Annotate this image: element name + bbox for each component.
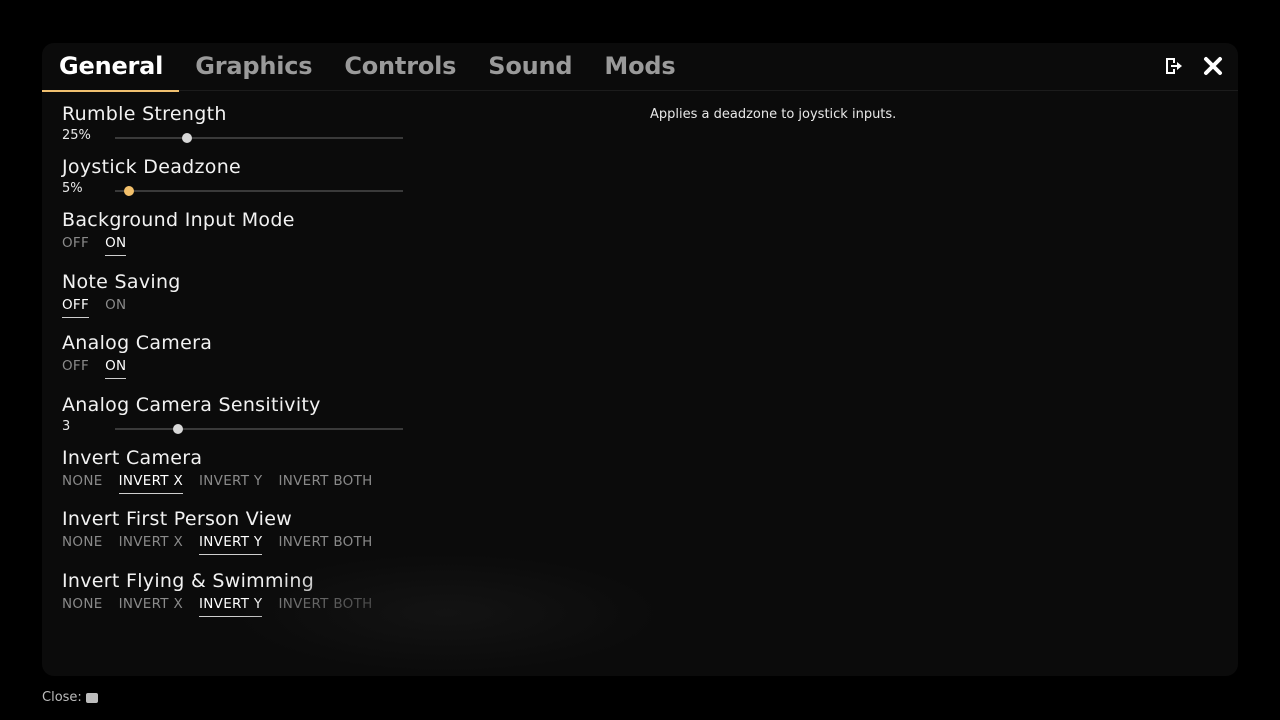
option-on[interactable]: ON — [105, 297, 126, 318]
tab-graphics[interactable]: Graphics — [179, 43, 328, 90]
option-off[interactable]: OFF — [62, 297, 90, 318]
slider-thumb[interactable] — [124, 186, 135, 196]
esc-key-icon — [85, 692, 98, 703]
close-hint-label: Close: — [42, 690, 82, 705]
slider-thumb[interactable] — [173, 424, 184, 434]
option-none[interactable]: NONE — [62, 596, 103, 617]
setting-description: Applies a deadzone to joystick inputs. — [650, 107, 897, 122]
setting-joystick-deadzone: Joystick Deadzone 5% — [62, 156, 412, 209]
setting-label: Note Saving — [62, 271, 181, 293]
footer: Close: — [42, 690, 98, 705]
option-invert-y[interactable]: INVERT Y — [199, 596, 263, 617]
slider-track[interactable] — [115, 133, 403, 143]
slider-thumb[interactable] — [182, 133, 192, 143]
setting-analog-camera: Analog Camera OFF ON — [62, 332, 412, 394]
option-invert-x[interactable]: INVERT X — [119, 596, 183, 617]
option-group: OFF ON — [62, 297, 412, 318]
setting-label: Analog Camera — [62, 332, 213, 354]
deadzone-slider[interactable]: 5% — [62, 178, 412, 200]
tab-sound[interactable]: Sound — [472, 43, 588, 90]
slider-track[interactable] — [115, 424, 403, 434]
tab-mods[interactable]: Mods — [588, 43, 691, 90]
option-off[interactable]: OFF — [62, 358, 89, 379]
setting-note-saving: Note Saving OFF ON — [62, 271, 412, 332]
option-none[interactable]: NONE — [62, 534, 103, 555]
tab-controls[interactable]: Controls — [328, 43, 472, 90]
option-none[interactable]: NONE — [62, 473, 103, 494]
option-group: NONE INVERT X INVERT Y INVERT BOTH — [62, 596, 412, 617]
settings-list: Rumble Strength 25% Joystick Deadzone 5%… — [62, 103, 412, 630]
option-invert-y[interactable]: INVERT Y — [199, 473, 262, 494]
option-on[interactable]: ON — [105, 358, 127, 379]
setting-invert-camera: Invert Camera NONE INVERT X INVERT Y INVERT… — [62, 447, 412, 508]
tab-general[interactable]: General — [42, 43, 180, 92]
slider-value: 5% — [62, 181, 83, 196]
setting-label: Invert Flying & Swimming — [62, 570, 315, 592]
setting-label: Rumble Strength — [62, 103, 227, 125]
tab-bar: General Graphics Controls Sound Mods — [42, 43, 1238, 92]
setting-label: Analog Camera Sensitivity — [62, 394, 321, 416]
setting-label: Invert First Person View — [62, 508, 293, 530]
setting-invert-flying-swimming: Invert Flying & Swimming NONE INVERT X INV… — [62, 570, 412, 630]
setting-label: Invert Camera — [62, 447, 203, 469]
tabs: General Graphics Controls Sound Mods — [42, 43, 691, 92]
sensitivity-slider[interactable]: 3 — [62, 416, 412, 438]
option-invert-x[interactable]: INVERT X — [119, 534, 183, 555]
setting-rumble-strength: Rumble Strength 25% — [62, 103, 412, 156]
exit-icon[interactable] — [1162, 55, 1184, 77]
slider-value: 3 — [62, 419, 71, 434]
setting-invert-first-person-view: Invert First Person View NONE INVERT X INV… — [62, 508, 412, 570]
rumble-slider[interactable]: 25% — [62, 125, 412, 147]
option-group: NONE INVERT X INVERT Y INVERT BOTH — [62, 473, 412, 494]
tab-bar-actions — [1162, 55, 1224, 77]
slider-value: 25% — [62, 128, 91, 143]
setting-label: Joystick Deadzone — [62, 156, 242, 178]
setting-analog-camera-sensitivity: Analog Camera Sensitivity 3 — [62, 394, 412, 447]
option-invert-y[interactable]: INVERT Y — [199, 534, 263, 555]
option-invert-both[interactable]: INVERT BOTH — [278, 534, 372, 555]
option-invert-both[interactable]: INVERT BOTH — [278, 596, 372, 617]
option-on[interactable]: ON — [105, 235, 127, 256]
option-group: OFF ON — [62, 358, 412, 379]
slider-track[interactable] — [115, 186, 403, 196]
settings-panel: General Graphics Controls Sound Mods Rum… — [42, 43, 1238, 676]
option-invert-both[interactable]: INVERT BOTH — [278, 473, 372, 494]
option-off[interactable]: OFF — [62, 235, 89, 256]
option-group: OFF ON — [62, 235, 412, 256]
setting-background-input-mode: Background Input Mode OFF ON — [62, 209, 412, 271]
option-group: NONE INVERT X INVERT Y INVERT BOTH — [62, 534, 412, 555]
option-invert-x[interactable]: INVERT X — [118, 473, 183, 494]
setting-label: Background Input Mode — [62, 209, 295, 231]
close-icon[interactable] — [1202, 55, 1224, 77]
